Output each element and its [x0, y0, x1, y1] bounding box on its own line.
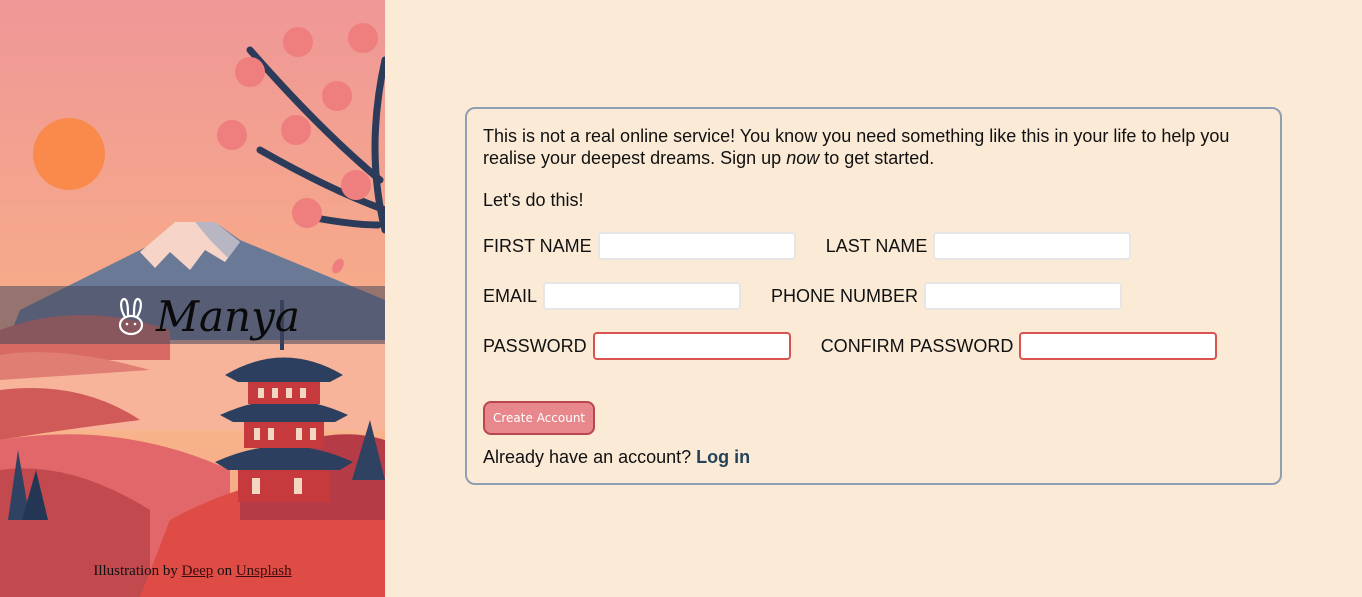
confirm-password-input[interactable] [1019, 332, 1218, 360]
login-prompt: Already have an account? Log in [483, 447, 1264, 468]
intro-text-after: to get started. [824, 148, 935, 168]
create-account-button[interactable]: Create Account [483, 401, 596, 435]
illustration-credit: Illustration by Deep on Unsplash [0, 563, 385, 580]
contact-row: EMAIL PHONE NUMBER [483, 281, 1264, 311]
password-label: PASSWORD [483, 335, 587, 356]
email-input[interactable] [543, 282, 742, 310]
phone-group: PHONE NUMBER [771, 282, 1123, 310]
confirm-password-label: CONFIRM PASSWORD [820, 335, 1014, 356]
password-row: PASSWORD CONFIRM PASSWORD [483, 331, 1264, 361]
phone-label: PHONE NUMBER [771, 285, 919, 306]
credit-source-link[interactable]: Unsplash [236, 563, 292, 579]
last-name-input[interactable] [933, 232, 1132, 260]
confirm-password-group: CONFIRM PASSWORD [821, 332, 1218, 360]
name-row: FIRST NAME LAST NAME [483, 231, 1264, 261]
password-group: PASSWORD [483, 332, 791, 360]
last-name-label: LAST NAME [825, 235, 928, 256]
brand-name: Manya [156, 292, 300, 341]
call-to-action: Let's do this! [483, 190, 584, 210]
intro-emphasis: now [786, 148, 820, 168]
email-label: EMAIL [483, 285, 538, 306]
rabbit-icon [118, 297, 144, 336]
credit-prefix: Illustration by [93, 563, 178, 579]
first-name-label: FIRST NAME [483, 235, 592, 256]
phone-input[interactable] [924, 282, 1123, 310]
login-link[interactable]: Log in [696, 447, 750, 467]
email-group: EMAIL [483, 282, 742, 310]
password-input[interactable] [592, 332, 791, 360]
credit-middle: on [217, 563, 233, 579]
illustration-panel: Manya Illustration by Deep on Unsplash [0, 0, 385, 597]
last-name-group: LAST NAME [826, 232, 1132, 260]
brand-logo[interactable]: Manya [116, 292, 300, 342]
login-prompt-text: Already have an account? [483, 447, 692, 467]
signup-card: This is not a real online service! You k… [465, 107, 1282, 485]
first-name-input[interactable] [597, 232, 796, 260]
intro-text: This is not a real online service! You k… [483, 125, 1264, 169]
credit-author-link[interactable]: Deep [182, 563, 214, 579]
first-name-group: FIRST NAME [483, 232, 796, 260]
